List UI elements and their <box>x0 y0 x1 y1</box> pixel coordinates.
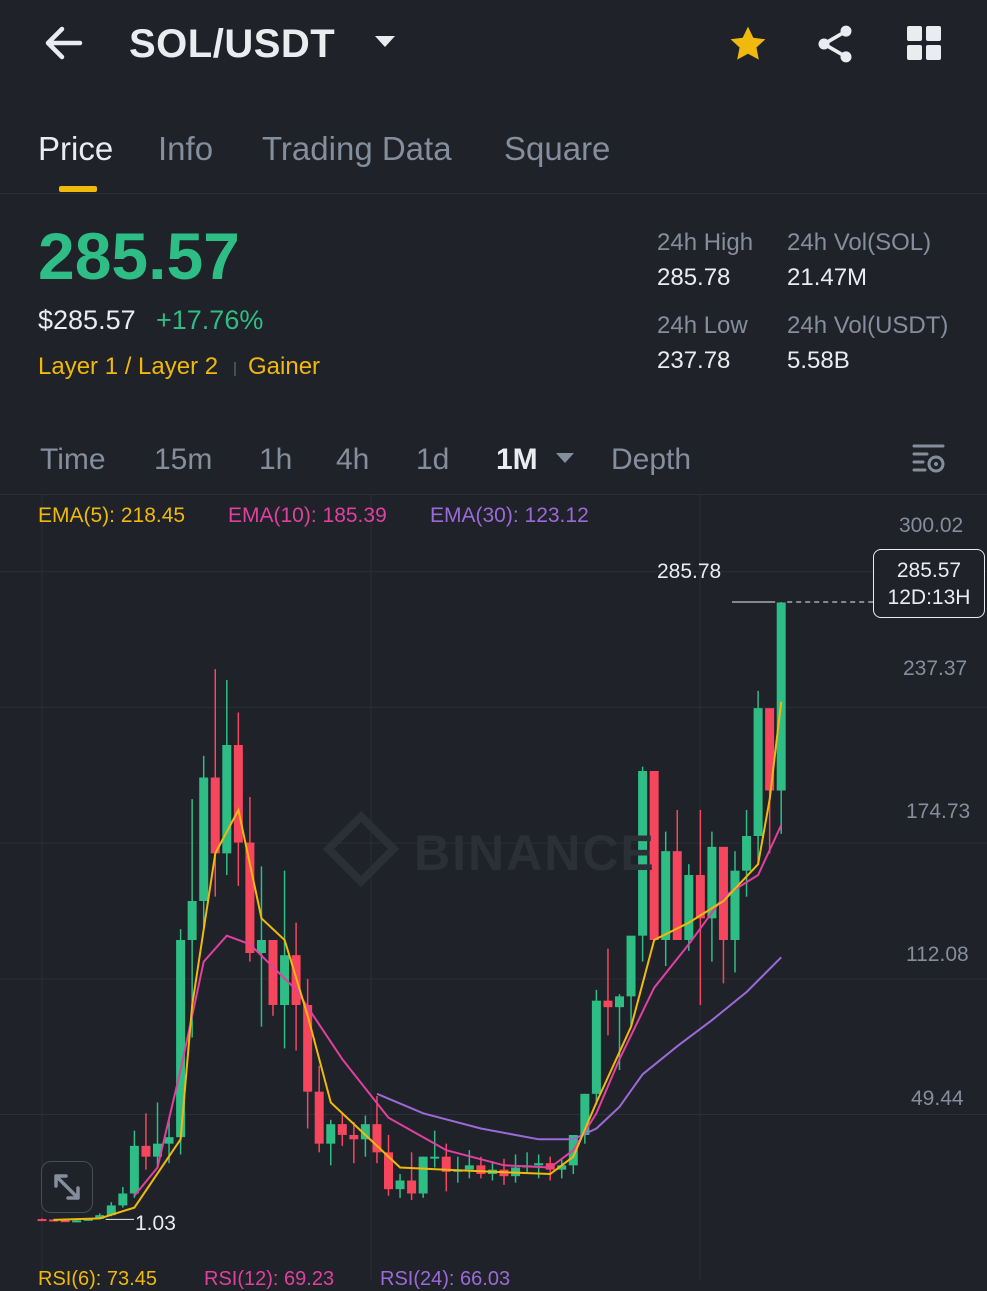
interval-1d[interactable]: 1d <box>416 443 449 477</box>
arrow-left-icon <box>45 26 83 60</box>
candle-body <box>395 1180 405 1190</box>
candle-body <box>187 901 197 940</box>
current-price-box[interactable]: 285.57 12D:13H <box>873 549 985 618</box>
ema10-label: EMA(10): 185.39 <box>228 504 387 527</box>
candle-body <box>776 602 786 791</box>
vol-base-label: 24h Vol(SOL) <box>787 229 932 256</box>
y-axis-label: 112.08 <box>906 943 969 966</box>
watermark: BINANCE <box>322 810 656 888</box>
chart-settings-icon <box>912 444 945 473</box>
high-label: 24h High <box>657 229 754 256</box>
watermark-text: BINANCE <box>414 825 656 881</box>
candle-body <box>591 1000 601 1094</box>
candle-body <box>753 708 763 836</box>
candle-body <box>695 875 705 919</box>
y-axis-label: 174.73 <box>906 800 971 823</box>
interval-depth[interactable]: Depth <box>611 443 691 477</box>
candle-body <box>280 955 290 1005</box>
expand-icon <box>54 1174 80 1200</box>
interval-1m[interactable]: 1M <box>496 443 538 477</box>
low-marker-label: 1.03 <box>135 1212 176 1235</box>
tab-square[interactable]: Square <box>504 130 610 168</box>
candle-countdown: 12D:13H <box>887 586 971 609</box>
vol-quote-label: 24h Vol(USDT) <box>787 312 949 339</box>
grid-icon <box>907 26 941 60</box>
tag-separator <box>234 362 236 376</box>
back-button[interactable] <box>40 22 88 64</box>
candle-body <box>661 851 671 940</box>
tab-info[interactable]: Info <box>158 130 213 168</box>
candle-body <box>615 996 624 1008</box>
tab-price[interactable]: Price <box>38 130 113 168</box>
high-value: 285.78 <box>657 264 731 291</box>
caret-down-icon[interactable] <box>375 36 395 47</box>
candle-body <box>37 1219 47 1222</box>
candle-body <box>742 836 752 871</box>
candle-body <box>684 875 694 940</box>
expand-button[interactable] <box>41 1161 93 1213</box>
pair-title[interactable]: SOL/USDT <box>129 22 335 67</box>
high-marker-label: 285.78 <box>657 560 722 583</box>
candle-body <box>730 870 740 940</box>
candle-body <box>245 842 255 953</box>
candle-body <box>141 1145 151 1157</box>
chart-settings-button[interactable] <box>911 442 947 476</box>
price-change: +17.76% <box>156 305 264 335</box>
grid-button[interactable] <box>903 22 945 64</box>
low-label: 24h Low <box>657 312 748 339</box>
candle-body <box>476 1165 486 1174</box>
candle-body <box>199 777 209 901</box>
candle-body <box>210 777 220 854</box>
interval-1h[interactable]: 1h <box>259 443 292 477</box>
candle-body <box>603 1000 613 1008</box>
candle-body <box>72 1220 82 1223</box>
binance-logo-icon <box>322 810 400 888</box>
ema30-line <box>376 956 782 1141</box>
candle-body <box>326 1124 336 1144</box>
current-price-value: 285.57 <box>896 559 962 582</box>
candle-body <box>407 1180 417 1194</box>
interval-time[interactable]: Time <box>40 443 106 477</box>
candle-body <box>464 1165 474 1170</box>
y-axis-label: 237.37 <box>903 657 968 680</box>
low-value: 237.78 <box>657 347 731 374</box>
y-axis-label: 300.02 <box>899 514 964 537</box>
tag-layer[interactable]: Layer 1 / Layer 2 <box>38 353 218 381</box>
ema5-label: EMA(5): 218.45 <box>38 504 186 527</box>
vol-base-value: 21.47M <box>787 264 868 291</box>
candle-body <box>718 846 728 940</box>
candle-body <box>268 940 278 1005</box>
candle-body <box>164 1137 174 1144</box>
candle-body <box>418 1156 428 1194</box>
vol-quote-value: 5.58B <box>787 347 850 374</box>
candle-body <box>430 1156 440 1159</box>
active-tab-indicator <box>59 186 97 192</box>
favorite-button[interactable] <box>726 22 770 66</box>
candle-body <box>256 940 266 953</box>
share-button[interactable] <box>813 22 857 66</box>
star-icon <box>730 26 766 60</box>
candlestick-chart[interactable] <box>0 495 987 1280</box>
y-axis-label: 49.44 <box>911 1087 964 1110</box>
candle-body <box>314 1091 324 1144</box>
candle-body <box>118 1193 128 1206</box>
tag-gainer[interactable]: Gainer <box>248 353 320 381</box>
candle-body <box>129 1145 139 1194</box>
last-price: 285.57 <box>38 219 240 293</box>
candle-body <box>534 1163 544 1166</box>
share-icon <box>818 25 852 63</box>
interval-15m[interactable]: 15m <box>154 443 212 477</box>
divider <box>0 193 987 194</box>
candle-body <box>349 1135 359 1140</box>
candle-body <box>626 935 636 997</box>
candle-body <box>337 1124 347 1135</box>
chevron-down-icon[interactable] <box>556 453 574 463</box>
ema30-label: EMA(30): 123.12 <box>430 504 589 527</box>
tab-trading-data[interactable]: Trading Data <box>262 130 452 168</box>
usd-price: $285.57 <box>38 305 136 335</box>
interval-4h[interactable]: 4h <box>336 443 369 477</box>
